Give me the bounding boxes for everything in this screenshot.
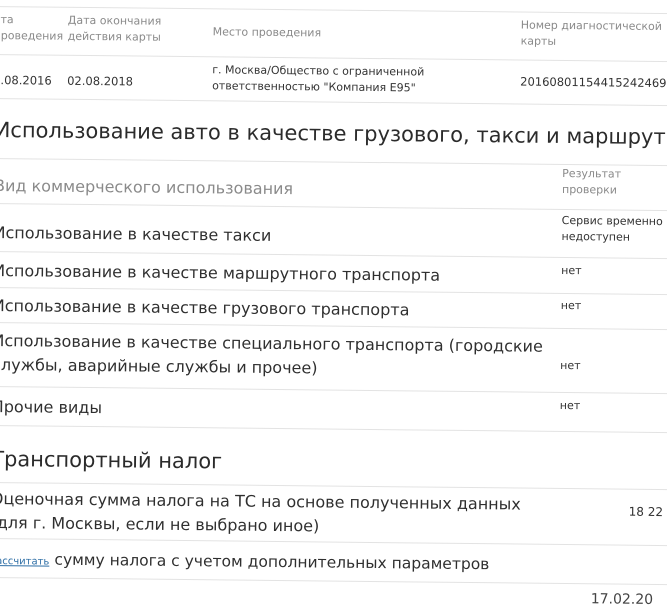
usage-row-label: Использование в качестве специального тр… — [0, 331, 543, 378]
column-header-result: Результат проверки — [561, 166, 622, 197]
tax-calc-text: сумму налога с учетом дополнительных пар… — [54, 550, 490, 574]
section-title-tax: Транспортный налог — [0, 446, 223, 474]
divider — [0, 250, 667, 260]
cell-date-conducted: 1.08.2016 — [0, 72, 52, 88]
divider — [0, 321, 667, 331]
divider — [0, 97, 667, 107]
calculate-link[interactable]: Рассчитать — [0, 556, 49, 568]
tax-calc-row: Рассчитать сумму налога с учетом дополни… — [0, 549, 490, 574]
divider — [0, 385, 667, 395]
footer-date-fragment: 17.02.20 — [590, 591, 654, 608]
divider — [0, 157, 667, 167]
divider — [0, 202, 667, 212]
tax-estimate-label: Оценочная сумма налога на ТС на основе п… — [0, 488, 521, 536]
usage-row-label: Использование в качестве маршрутного тра… — [0, 261, 441, 285]
header-date-conducted: ата проведения — [0, 12, 64, 43]
usage-row-result: нет — [559, 398, 581, 413]
usage-row-result: нет — [560, 298, 582, 313]
usage-row-label: Использование в качестве грузового транс… — [0, 296, 410, 320]
usage-row-result: нет — [560, 358, 581, 373]
column-header-type: Вид коммерческого использования — [0, 176, 294, 199]
header-card-number: Номер диагностической карты — [520, 18, 663, 48]
cell-card-end-date: 02.08.2018 — [67, 73, 134, 89]
header-place: Место проведения — [212, 25, 322, 40]
cell-place: г. Москва/Общество с ограниченной ответс… — [212, 63, 425, 95]
divider — [0, 576, 667, 586]
usage-row-result: Сервис временно недоступен — [561, 213, 663, 244]
divider — [0, 53, 667, 63]
cell-card-number: 20160801154415242469 — [520, 74, 667, 91]
divider — [0, 537, 667, 547]
header-card-end-date: Дата окончания действия карты — [67, 13, 162, 44]
usage-row-label: Использование в качестве такси — [0, 223, 272, 245]
divider — [0, 424, 667, 434]
report-page: ата проведения Дата окончания действия к… — [0, 0, 667, 608]
section-title-commercial: Использование авто в качестве грузового,… — [0, 118, 667, 150]
tax-estimate-value: 18 22 — [628, 504, 664, 520]
usage-row-result: нет — [561, 263, 582, 278]
usage-row-label: Прочие виды — [0, 396, 103, 418]
divider — [0, 286, 667, 296]
